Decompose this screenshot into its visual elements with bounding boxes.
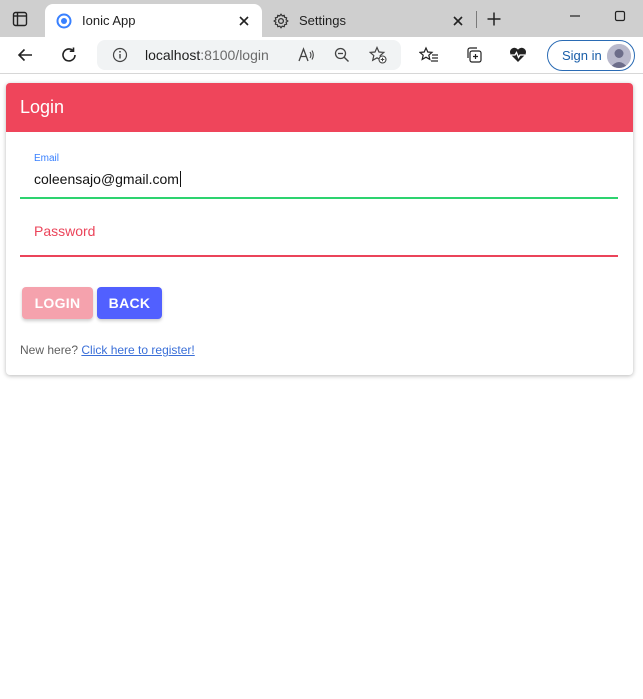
add-favorite-icon[interactable] (367, 45, 389, 65)
tab-actions-button[interactable] (6, 8, 34, 30)
maximize-icon (614, 10, 626, 22)
url-path: :8100/login (200, 47, 269, 63)
password-label: Password (34, 223, 96, 239)
password-field[interactable]: Password (20, 216, 618, 257)
new-tab-button[interactable] (483, 8, 505, 30)
email-label: Email (34, 153, 60, 164)
minimize-icon (570, 15, 580, 17)
url-host: localhost (145, 47, 201, 63)
heart-pulse-icon (509, 47, 527, 62)
maximize-button[interactable] (605, 5, 635, 27)
tab-separator (476, 11, 477, 28)
gear-icon (273, 12, 289, 29)
browser-essentials-button[interactable] (504, 42, 532, 68)
minimize-button[interactable] (560, 5, 590, 27)
refresh-icon (62, 47, 76, 62)
login-card: Login Email coleensajo@gmail.com Passwor… (6, 83, 633, 375)
collections-icon (467, 47, 482, 63)
tab-title: Ionic App (82, 13, 136, 28)
avatar (607, 44, 631, 68)
favorites-icon (419, 46, 438, 62)
tab-actions-icon (12, 11, 28, 27)
tab-ionic-app[interactable]: Ionic App (45, 4, 262, 37)
page-title: Login (20, 97, 65, 117)
email-value: coleensajo@gmail.com (34, 171, 179, 187)
sign-in-label: Sign in (562, 48, 602, 63)
tab-close-icon[interactable] (234, 11, 254, 31)
address-bar[interactable]: localhost:8100/login (97, 40, 401, 70)
sign-in-button[interactable]: Sign in (547, 40, 635, 71)
register-prefix: New here? (20, 343, 82, 357)
ionic-favicon-icon (56, 13, 72, 29)
zoom-out-icon[interactable] (331, 45, 353, 65)
email-input[interactable]: coleensajo@gmail.com (34, 171, 181, 187)
collections-button[interactable] (460, 42, 488, 68)
plus-icon (487, 12, 501, 26)
text-caret (179, 171, 181, 187)
read-aloud-icon[interactable] (295, 45, 317, 65)
favorites-button[interactable] (415, 42, 443, 68)
tab-title: Settings (299, 13, 346, 28)
tab-close-icon[interactable] (448, 11, 468, 31)
arrow-left-icon (17, 48, 32, 62)
url-text: localhost:8100/login (145, 47, 269, 63)
register-link[interactable]: Click here to register! (81, 343, 194, 357)
email-field[interactable]: Email coleensajo@gmail.com (20, 145, 618, 199)
back-nav-button[interactable] (11, 42, 39, 68)
refresh-button[interactable] (55, 42, 83, 68)
login-button[interactable]: LOGIN (22, 287, 93, 319)
tab-settings[interactable]: Settings (262, 4, 476, 37)
register-prompt: New here? Click here to register! (20, 343, 195, 357)
tab-strip: Ionic App Settings (0, 0, 643, 37)
back-button[interactable]: BACK (97, 287, 162, 319)
login-header: Login (6, 83, 633, 132)
browser-toolbar: localhost:8100/login Sign in (0, 37, 643, 74)
info-icon[interactable] (111, 46, 129, 64)
